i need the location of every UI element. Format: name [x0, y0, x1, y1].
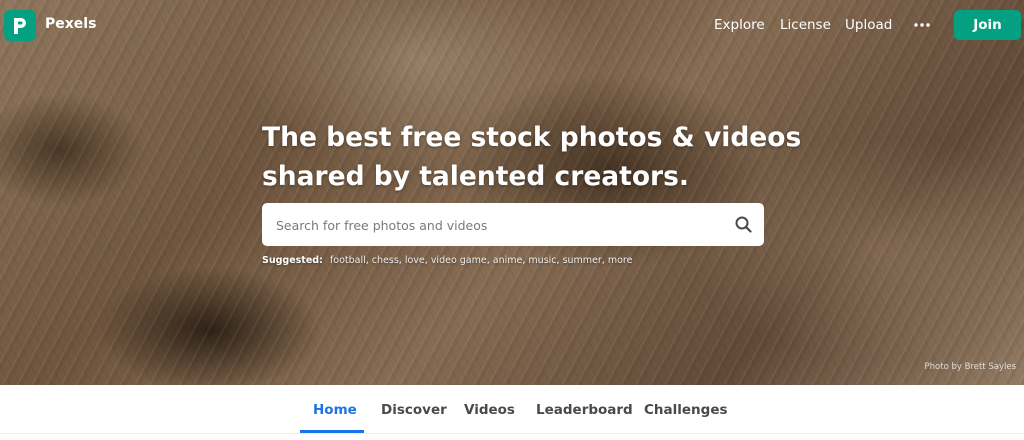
tabs-divider: [0, 433, 1024, 434]
headline-line-1: The best free stock photos & videos: [262, 122, 802, 153]
pexels-logo-icon[interactable]: [4, 10, 36, 41]
search-button[interactable]: [730, 211, 758, 239]
nav-upload[interactable]: Upload: [845, 17, 892, 33]
suggestion-summer[interactable]: summer: [563, 255, 602, 266]
suggestion-video-game[interactable]: video game: [431, 255, 487, 266]
tab-videos[interactable]: Videos: [464, 402, 515, 418]
nav-license[interactable]: License: [780, 17, 831, 33]
tab-challenges[interactable]: Challenges: [644, 402, 728, 418]
suggestion-more[interactable]: more: [608, 255, 633, 266]
tab-discover[interactable]: Discover: [381, 402, 447, 418]
search-icon: [735, 216, 752, 233]
hero-banner: Pexels Explore License Upload Join The b…: [0, 0, 1024, 385]
ellipsis-icon[interactable]: [912, 12, 932, 36]
suggestion-anime[interactable]: anime: [493, 255, 523, 266]
content-tabs: Home Discover Videos Leaderboard Challen…: [0, 385, 1024, 440]
tab-home[interactable]: Home: [313, 402, 357, 418]
join-button[interactable]: Join: [954, 10, 1021, 40]
search-bar: [262, 203, 764, 248]
photo-credit[interactable]: Photo by Brett Sayles: [925, 362, 1016, 372]
headline-line-2: shared by talented creators.: [262, 161, 689, 192]
top-nav: Pexels Explore License Upload Join: [0, 0, 1024, 50]
suggestion-music[interactable]: music: [528, 255, 556, 266]
suggested-label: Suggested:: [262, 255, 323, 266]
suggestion-chess[interactable]: chess: [372, 255, 399, 266]
hero-headline: The best free stock photos & videos shar…: [262, 118, 822, 196]
search-input[interactable]: [274, 203, 718, 248]
suggestion-football[interactable]: football: [330, 255, 366, 266]
brand-name[interactable]: Pexels: [45, 16, 96, 32]
tab-leaderboard[interactable]: Leaderboard: [536, 402, 633, 418]
nav-explore[interactable]: Explore: [714, 17, 765, 33]
suggested-searches: Suggested: football, chess, love, video …: [262, 255, 633, 266]
suggestion-love[interactable]: love: [405, 255, 425, 266]
logo-glyph-icon: [14, 18, 26, 34]
